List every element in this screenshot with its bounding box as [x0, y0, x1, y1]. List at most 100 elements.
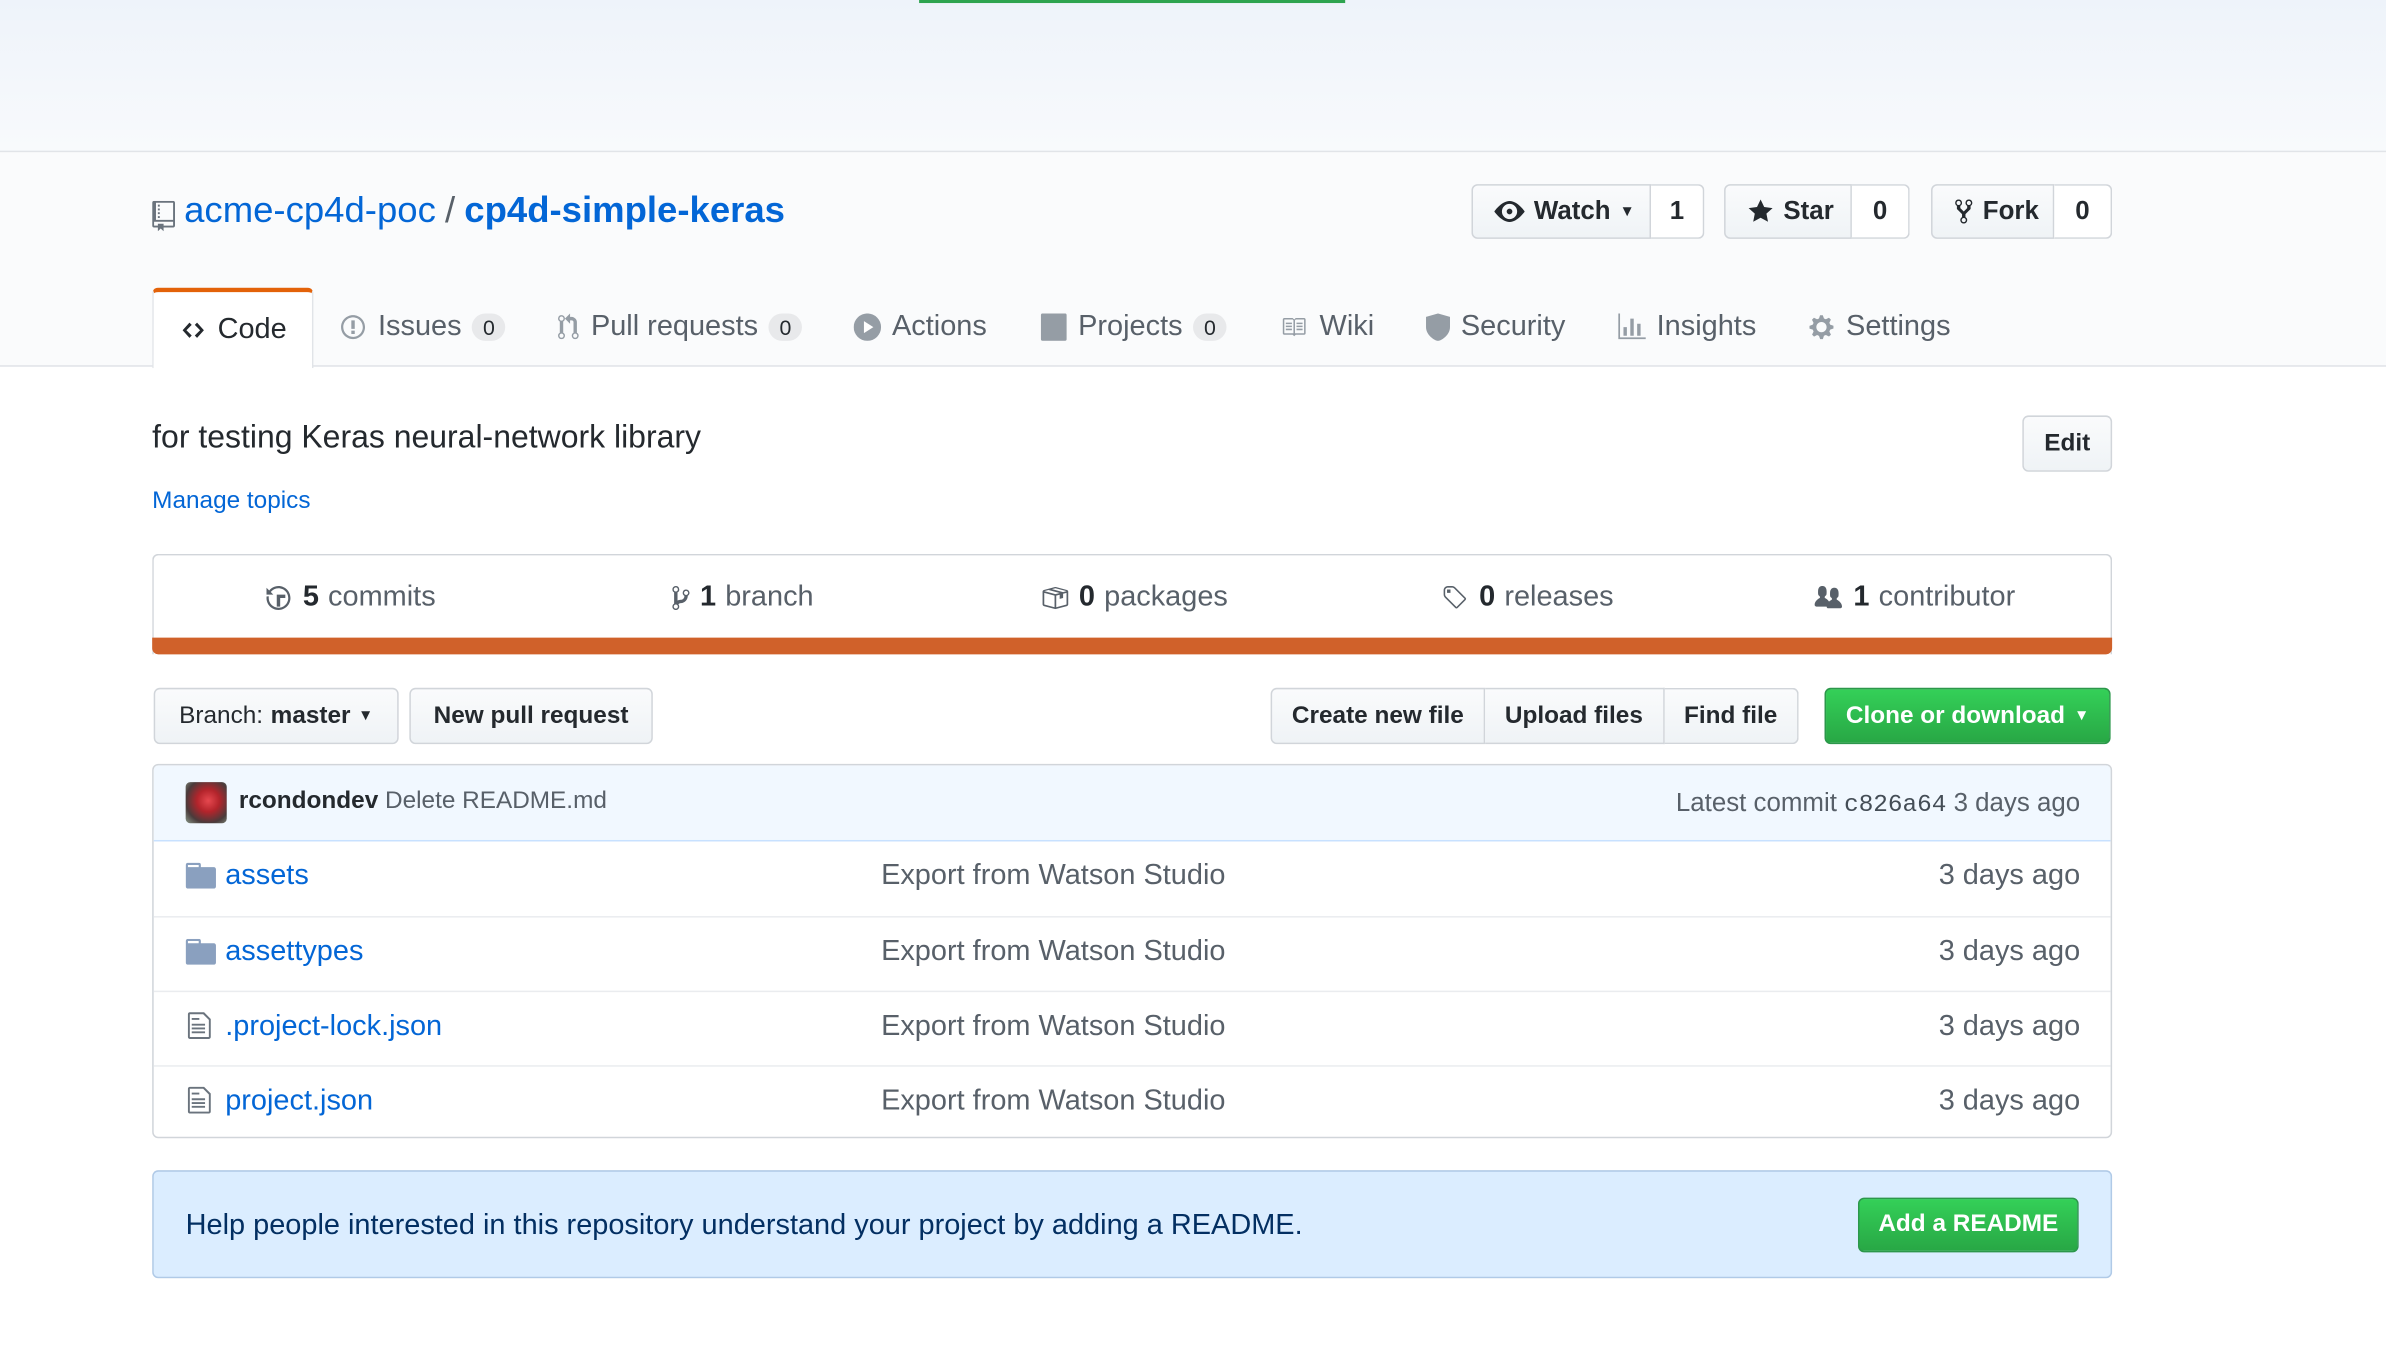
- branch-icon: [671, 584, 691, 611]
- repo-title: acme-cp4d-poc / cp4d-simple-keras: [152, 189, 785, 235]
- branch-prefix: Branch:: [179, 702, 264, 729]
- folder-icon: [185, 862, 216, 889]
- tab-projects[interactable]: Projects 0: [1013, 288, 1253, 367]
- contributor-count: 1: [1853, 581, 1870, 614]
- clone-or-download-button[interactable]: Clone or download ▼: [1824, 687, 2111, 745]
- package-icon: [1039, 584, 1069, 611]
- tab-insights[interactable]: Insights: [1591, 288, 1782, 367]
- releases-link[interactable]: 0 releases: [1440, 581, 1614, 614]
- readme-prompt: Help people interested in this repositor…: [152, 1170, 2113, 1279]
- history-icon: [263, 584, 293, 611]
- file-list: rcondondev Delete README.md Latest commi…: [152, 763, 2113, 1139]
- file-age: 3 days ago: [1938, 935, 2081, 968]
- packages-link[interactable]: 0 packages: [1039, 581, 1228, 614]
- tag-icon: [1440, 584, 1470, 611]
- file-commit-message[interactable]: Export from Watson Studio: [881, 1085, 1225, 1118]
- graph-icon: [1617, 313, 1646, 340]
- star-group: Star 0: [1724, 184, 1910, 239]
- branch-label: branch: [725, 581, 814, 614]
- commit-message[interactable]: Delete README.md: [385, 788, 607, 815]
- watch-count[interactable]: 1: [1651, 184, 1705, 239]
- branches-link[interactable]: 1 branch: [671, 581, 814, 614]
- tab-label: Wiki: [1319, 310, 1375, 343]
- code-icon: [180, 318, 207, 342]
- branch-select-button[interactable]: Branch: master ▼: [153, 687, 399, 745]
- tab-pull-requests[interactable]: Pull requests 0: [532, 288, 828, 367]
- create-new-file-button[interactable]: Create new file: [1270, 687, 1486, 745]
- releases-label: releases: [1504, 581, 1614, 614]
- file-name-link[interactable]: assettypes: [225, 936, 363, 969]
- tab-settings[interactable]: Settings: [1782, 288, 1976, 367]
- latest-commit-info: Latest commit c826a64 3 days ago: [1676, 788, 2080, 818]
- add-readme-button[interactable]: Add a README: [1857, 1197, 2079, 1253]
- file-commit-message[interactable]: Export from Watson Studio: [881, 860, 1225, 893]
- file-name-link[interactable]: assets: [225, 860, 309, 893]
- tab-label: Actions: [892, 310, 987, 343]
- contributor-label: contributor: [1878, 581, 2016, 614]
- repo-separator: /: [444, 190, 456, 232]
- play-icon: [853, 313, 882, 341]
- latest-commit-bar: rcondondev Delete README.md Latest commi…: [153, 765, 2111, 842]
- upload-files-button[interactable]: Upload files: [1485, 687, 1665, 745]
- table-row: .project-lock.json Export from Watson St…: [153, 990, 2111, 1064]
- file-name-link[interactable]: project.json: [225, 1085, 373, 1118]
- new-pull-request-button[interactable]: New pull request: [409, 687, 653, 745]
- manage-topics-link[interactable]: Manage topics: [152, 488, 310, 515]
- tab-label: Code: [217, 313, 287, 346]
- repo-owner-link[interactable]: acme-cp4d-poc: [184, 190, 436, 233]
- folder-icon: [185, 938, 216, 965]
- commits-count: 5: [302, 581, 319, 614]
- file-actions-group: Create new file Upload files Find file: [1270, 687, 1799, 745]
- file-commit-message[interactable]: Export from Watson Studio: [881, 936, 1225, 969]
- contributors-link[interactable]: 1 contributor: [1812, 581, 2015, 614]
- tab-label: Issues: [378, 310, 462, 343]
- pull-requests-counter: 0: [768, 313, 803, 341]
- tab-code[interactable]: Code: [152, 287, 315, 369]
- commit-author[interactable]: rcondondev: [239, 788, 378, 815]
- star-button[interactable]: Star: [1724, 184, 1852, 239]
- watch-label: Watch: [1533, 196, 1611, 226]
- repo-name-link[interactable]: cp4d-simple-keras: [464, 190, 785, 233]
- commits-link[interactable]: 5 commits: [263, 581, 436, 614]
- clone-label: Clone or download: [1845, 702, 2066, 729]
- avatar[interactable]: [185, 782, 227, 824]
- language-bar[interactable]: [152, 637, 2113, 655]
- star-icon: [1747, 198, 1774, 225]
- file-name-link[interactable]: .project-lock.json: [225, 1010, 442, 1043]
- branch-name: master: [270, 702, 351, 729]
- readme-prompt-text: Help people interested in this repositor…: [185, 1209, 1303, 1242]
- file-age: 3 days ago: [1938, 1084, 2081, 1117]
- eye-icon: [1494, 201, 1525, 222]
- table-row: assettypes Export from Watson Studio 3 d…: [153, 916, 2111, 989]
- star-label: Star: [1783, 196, 1834, 226]
- projects-counter: 0: [1193, 313, 1227, 341]
- book-icon: [1278, 315, 1308, 339]
- file-age: 3 days ago: [1938, 859, 2081, 892]
- tab-issues[interactable]: Issues 0: [314, 288, 531, 367]
- commit-age: 3 days ago: [1953, 788, 2081, 818]
- star-count[interactable]: 0: [1851, 184, 1910, 239]
- file-commit-message[interactable]: Export from Watson Studio: [881, 1010, 1225, 1043]
- pull-request-icon: [557, 313, 580, 340]
- issues-counter: 0: [472, 313, 506, 341]
- tab-label: Insights: [1656, 310, 1757, 343]
- watch-button[interactable]: Watch ▼: [1471, 184, 1652, 239]
- file-icon: [187, 1085, 211, 1115]
- fork-button[interactable]: Fork: [1931, 184, 2055, 239]
- page: acme-cp4d-poc / cp4d-simple-keras Watch …: [0, 0, 2386, 1363]
- tab-label: Settings: [1846, 310, 1951, 343]
- tab-security[interactable]: Security: [1400, 288, 1591, 367]
- fork-label: Fork: [1982, 196, 2039, 226]
- fork-count[interactable]: 0: [2054, 184, 2113, 239]
- tab-wiki[interactable]: Wiki: [1253, 288, 1400, 367]
- commit-sha[interactable]: c826a64: [1844, 791, 1946, 818]
- tab-label: Pull requests: [590, 310, 759, 343]
- file-icon: [187, 1010, 211, 1040]
- find-file-button[interactable]: Find file: [1664, 687, 1799, 745]
- project-icon: [1039, 313, 1068, 341]
- tab-actions[interactable]: Actions: [828, 288, 1013, 367]
- fork-icon: [1954, 198, 1974, 225]
- caret-down-icon: ▼: [358, 707, 374, 725]
- caret-down-icon: ▼: [1619, 203, 1635, 220]
- edit-description-button[interactable]: Edit: [2022, 415, 2113, 472]
